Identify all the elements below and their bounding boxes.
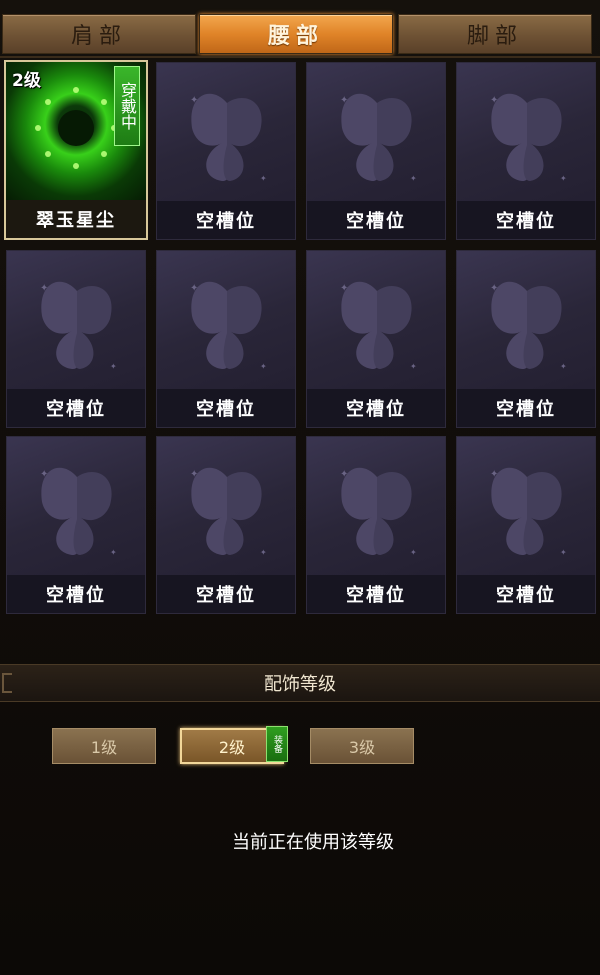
svg-text:✦: ✦ bbox=[490, 283, 498, 294]
slot-empty[interactable]: ✦ ✦ 空槽位 bbox=[306, 250, 446, 428]
body-part-tabs: 肩部 腰部 脚部 bbox=[0, 10, 600, 58]
slot-empty[interactable]: ✦ ✦ 空槽位 bbox=[156, 62, 296, 240]
svg-text:✦: ✦ bbox=[190, 469, 198, 480]
butterfly-icon: ✦✦ bbox=[40, 281, 117, 371]
svg-text:✦: ✦ bbox=[340, 95, 348, 106]
slot-empty[interactable]: ✦ ✦ 空槽位 bbox=[306, 436, 446, 614]
svg-text:✦: ✦ bbox=[410, 362, 417, 371]
svg-text:✦: ✦ bbox=[560, 174, 567, 183]
svg-text:✦: ✦ bbox=[190, 95, 198, 106]
svg-text:✦: ✦ bbox=[110, 548, 117, 557]
svg-text:✦: ✦ bbox=[560, 548, 567, 557]
butterfly-icon: ✦✦ bbox=[40, 467, 117, 557]
slot-label: 空槽位 bbox=[307, 389, 445, 427]
svg-text:✦: ✦ bbox=[260, 362, 267, 371]
section-header: 配饰等级 bbox=[0, 664, 600, 702]
svg-text:✦: ✦ bbox=[40, 283, 48, 294]
svg-text:✦: ✦ bbox=[410, 548, 417, 557]
butterfly-icon: ✦✦ bbox=[340, 467, 417, 557]
wearing-tag: 穿戴中 bbox=[114, 66, 140, 146]
svg-text:✦: ✦ bbox=[190, 283, 198, 294]
slot-label: 空槽位 bbox=[457, 389, 595, 427]
slot-empty[interactable]: ✦ ✦ 空槽位 bbox=[156, 436, 296, 614]
svg-text:✦: ✦ bbox=[260, 548, 267, 557]
level-1-button[interactable]: 1级 bbox=[52, 728, 156, 764]
tab-waist[interactable]: 腰部 bbox=[199, 14, 393, 54]
slot-label: 空槽位 bbox=[457, 575, 595, 613]
slot-empty[interactable]: ✦ ✦ 空槽位 bbox=[456, 436, 596, 614]
status-text: 当前正在使用该等级 bbox=[232, 832, 394, 853]
slot-empty[interactable]: ✦ ✦ 空槽位 bbox=[306, 62, 446, 240]
slot-equipped[interactable]: 2级 穿戴中 翠玉星尘 bbox=[4, 60, 148, 240]
slot-empty[interactable]: ✦ ✦ 空槽位 bbox=[6, 250, 146, 428]
butterfly-icon: ✦✦ bbox=[490, 281, 567, 371]
equipped-badge: 装备 bbox=[266, 726, 288, 762]
slot-label: 空槽位 bbox=[7, 389, 145, 427]
slot-empty[interactable]: ✦ ✦ 空槽位 bbox=[156, 250, 296, 428]
butterfly-icon: ✦✦ bbox=[340, 93, 417, 183]
slot-label: 空槽位 bbox=[457, 201, 595, 239]
svg-text:✦: ✦ bbox=[490, 469, 498, 480]
slot-level-tag: 2级 bbox=[12, 71, 41, 91]
section-title: 配饰等级 bbox=[264, 674, 336, 695]
butterfly-icon: ✦✦ bbox=[190, 93, 267, 183]
accessory-panel: 肩部 腰部 脚部 2级 穿戴中 翠玉星尘 ✦ ✦ 空槽位 ✦ ✦ 空槽位 ✦ ✦… bbox=[0, 0, 600, 975]
level-3-button[interactable]: 3级 bbox=[310, 728, 414, 764]
svg-text:✦: ✦ bbox=[110, 362, 117, 371]
butterfly-icon: ✦✦ bbox=[490, 93, 567, 183]
svg-text:✦: ✦ bbox=[560, 362, 567, 371]
svg-text:✦: ✦ bbox=[340, 469, 348, 480]
slot-label: 空槽位 bbox=[307, 201, 445, 239]
butterfly-icon: ✦✦ bbox=[190, 467, 267, 557]
slot-empty[interactable]: ✦ ✦ 空槽位 bbox=[456, 62, 596, 240]
slot-empty[interactable]: ✦ ✦ 空槽位 bbox=[456, 250, 596, 428]
butterfly-icon: ✦✦ bbox=[490, 467, 567, 557]
svg-text:✦: ✦ bbox=[340, 283, 348, 294]
slot-label: 翠玉星尘 bbox=[6, 200, 146, 238]
svg-text:✦: ✦ bbox=[410, 174, 417, 183]
svg-text:✦: ✦ bbox=[490, 95, 498, 106]
tab-feet[interactable]: 脚部 bbox=[398, 14, 592, 54]
slot-label: 空槽位 bbox=[307, 575, 445, 613]
slot-empty[interactable]: ✦ ✦ 空槽位 bbox=[6, 436, 146, 614]
slot-label: 空槽位 bbox=[157, 201, 295, 239]
butterfly-icon: ✦✦ bbox=[340, 281, 417, 371]
slot-label: 空槽位 bbox=[157, 389, 295, 427]
tab-shoulder[interactable]: 肩部 bbox=[2, 14, 196, 54]
svg-text:✦: ✦ bbox=[40, 469, 48, 480]
slot-label: 空槽位 bbox=[7, 575, 145, 613]
svg-text:✦: ✦ bbox=[260, 174, 267, 183]
butterfly-icon: ✦✦ bbox=[190, 281, 267, 371]
tab-divider bbox=[0, 56, 600, 58]
slot-label: 空槽位 bbox=[157, 575, 295, 613]
